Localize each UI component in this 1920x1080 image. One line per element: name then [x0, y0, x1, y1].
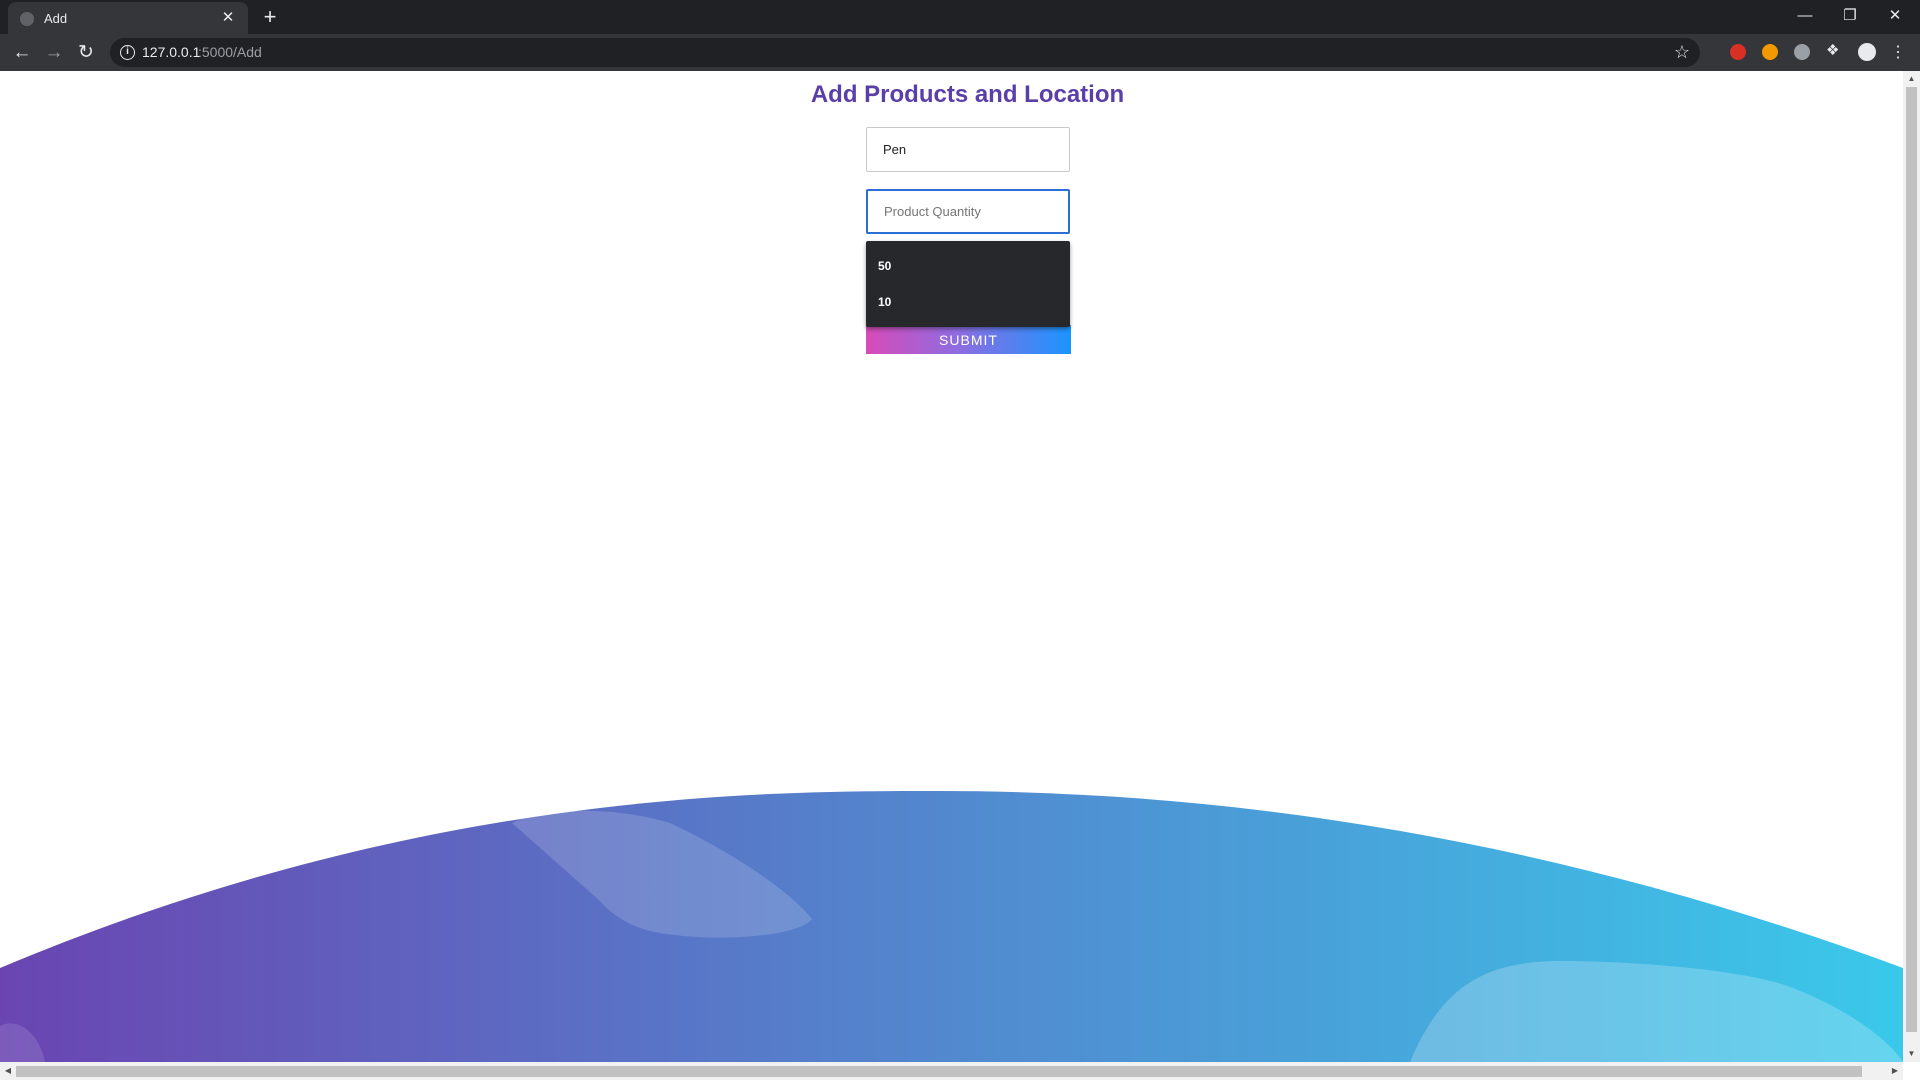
- info-icon[interactable]: i: [120, 45, 135, 60]
- browser-tab[interactable]: Add ✕: [8, 2, 248, 34]
- browser-toolbar: ← → ↻ i 127.0.0.1 :5000/Add ☆ ❖ ⋮: [0, 34, 1920, 71]
- forward-icon[interactable]: →: [40, 39, 68, 67]
- extension-red-icon[interactable]: [1730, 44, 1746, 60]
- close-tab-icon[interactable]: ✕: [218, 8, 238, 28]
- horizontal-scrollbar[interactable]: ◀ ▶: [0, 1062, 1903, 1080]
- address-bar[interactable]: i 127.0.0.1 :5000/Add ☆: [110, 38, 1700, 67]
- close-window-icon[interactable]: ✕: [1875, 4, 1915, 28]
- page-title: Add Products and Location: [810, 81, 1125, 108]
- autocomplete-option[interactable]: 10: [866, 284, 1070, 320]
- url-host: 127.0.0.1: [142, 44, 201, 60]
- autocomplete-dropdown: 50 10: [866, 241, 1070, 327]
- new-tab-icon[interactable]: +: [258, 5, 282, 29]
- reload-icon[interactable]: ↻: [72, 39, 100, 67]
- restore-icon[interactable]: ❐: [1830, 4, 1870, 28]
- product-name-input[interactable]: [866, 127, 1070, 172]
- extension-orange-icon[interactable]: [1762, 44, 1778, 60]
- bookmark-star-icon[interactable]: ☆: [1674, 42, 1690, 63]
- extensions-puzzle-icon[interactable]: ❖: [1826, 41, 1842, 59]
- horizontal-scroll-thumb[interactable]: [16, 1066, 1862, 1077]
- minimize-icon[interactable]: —: [1785, 4, 1825, 28]
- browser-titlebar: Add ✕ + — ❐ ✕: [0, 0, 1920, 34]
- scroll-down-icon[interactable]: ▼: [1903, 1046, 1920, 1062]
- menu-kebab-icon[interactable]: ⋮: [1884, 39, 1912, 67]
- profile-avatar-icon[interactable]: [1858, 43, 1876, 61]
- scroll-left-icon[interactable]: ◀: [0, 1062, 16, 1080]
- scroll-up-icon[interactable]: ▲: [1903, 71, 1920, 87]
- autocomplete-option[interactable]: 50: [866, 248, 1070, 284]
- scroll-right-icon[interactable]: ▶: [1887, 1062, 1903, 1080]
- globe-icon: [20, 12, 34, 26]
- submit-button[interactable]: SUBMIT: [866, 325, 1071, 354]
- vertical-scrollbar[interactable]: ▲ ▼: [1903, 71, 1920, 1062]
- page-content: Add Products and Location SUBMIT 50 10: [0, 71, 1903, 1062]
- extension-shield-icon[interactable]: [1794, 44, 1810, 60]
- vertical-scroll-thumb[interactable]: [1906, 87, 1917, 1032]
- tab-title: Add: [44, 11, 68, 26]
- url-path: :5000/Add: [198, 44, 262, 60]
- back-icon[interactable]: ←: [8, 39, 36, 67]
- product-quantity-input[interactable]: [866, 189, 1070, 234]
